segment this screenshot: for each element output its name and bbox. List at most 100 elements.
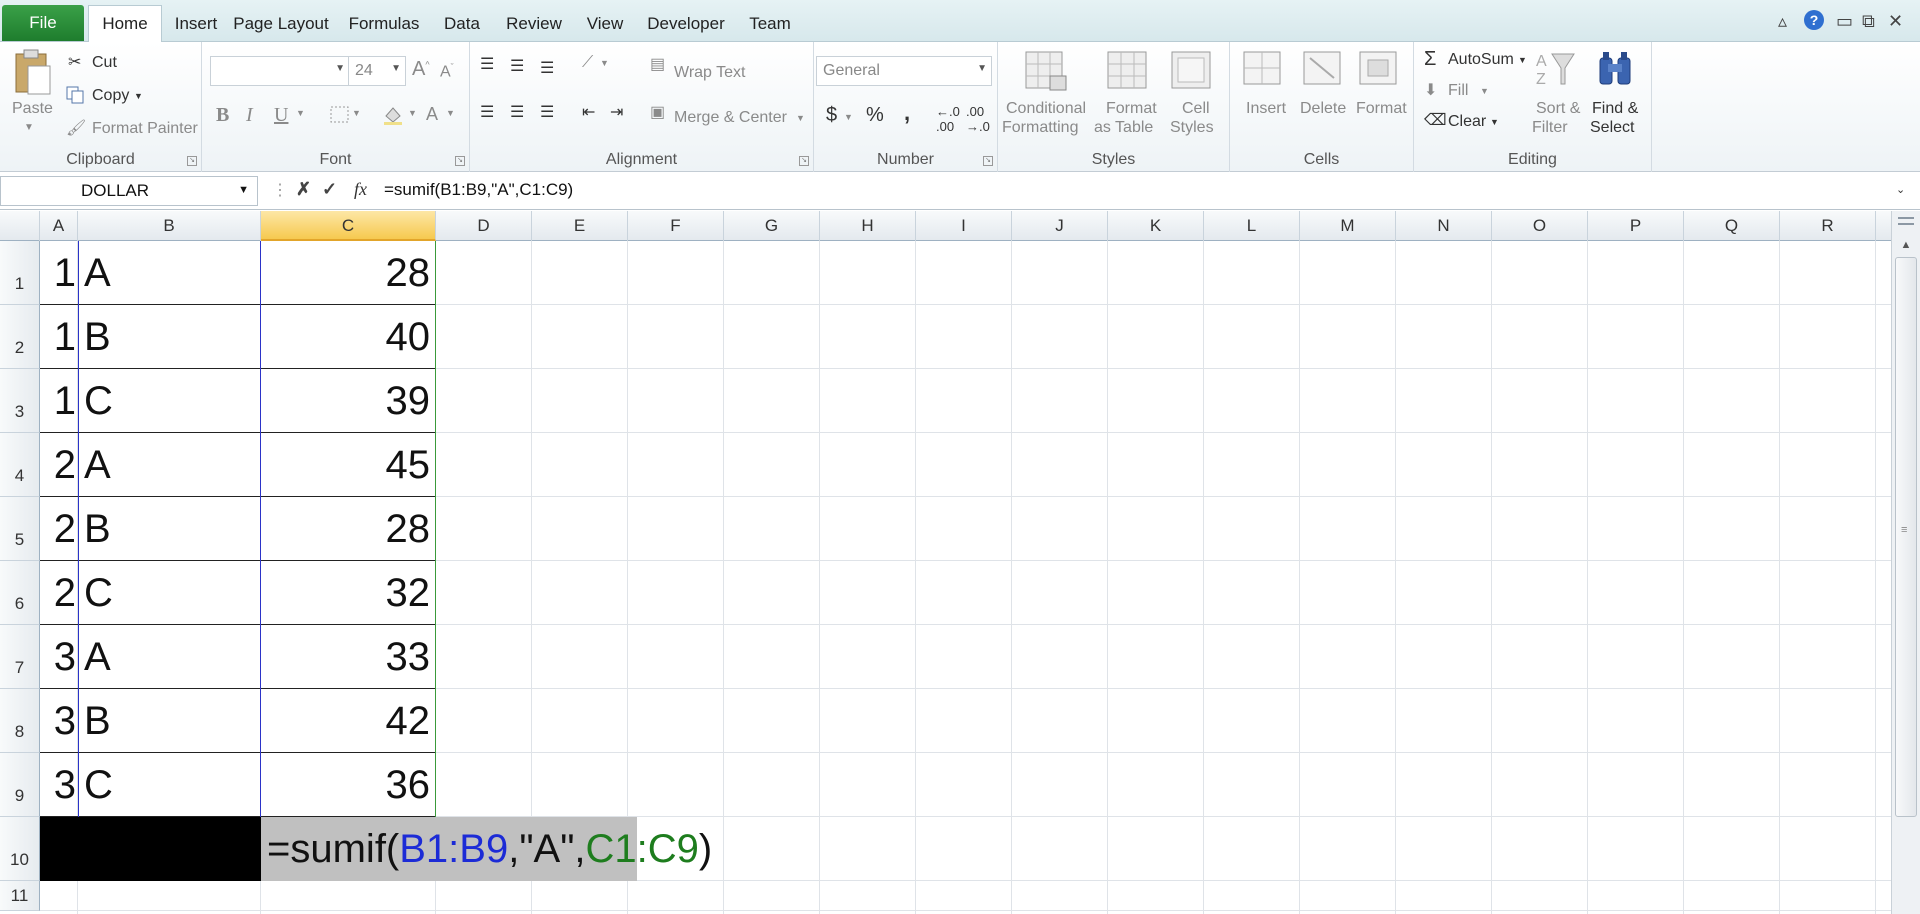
align-left-icon[interactable]: ☰ xyxy=(480,102,494,122)
column-header-a[interactable]: A xyxy=(40,211,78,241)
autosum-button[interactable]: AutoSum xyxy=(1448,51,1514,69)
cell-a6[interactable]: 2 xyxy=(40,561,78,625)
copy-button[interactable]: Copy xyxy=(92,87,129,105)
column-header-g[interactable]: G xyxy=(724,211,820,241)
align-center-icon[interactable]: ☰ xyxy=(510,102,524,122)
name-box[interactable]: DOLLAR ▼ xyxy=(0,176,258,206)
cell-b9[interactable]: C xyxy=(78,753,261,817)
window-close-icon[interactable]: ✕ xyxy=(1888,11,1903,32)
delete-cells-button[interactable]: Delete xyxy=(1300,100,1346,118)
format-painter-button[interactable]: Format Painter xyxy=(92,120,198,138)
number-format-combo[interactable]: General ▼ xyxy=(816,56,992,86)
column-header-l[interactable]: L xyxy=(1204,211,1300,241)
cell-a7[interactable]: 3 xyxy=(40,625,78,689)
column-header-i[interactable]: I xyxy=(916,211,1012,241)
cell-c5[interactable]: 28 xyxy=(261,497,436,561)
cell-b4[interactable]: A xyxy=(78,433,261,497)
font-size-combo[interactable]: 24 ▼ xyxy=(348,56,406,86)
autosum-dropdown-icon[interactable]: ▼ xyxy=(1518,55,1527,65)
column-header-o[interactable]: O xyxy=(1492,211,1588,241)
window-minimize-icon[interactable]: ▭ xyxy=(1836,11,1853,32)
scroll-thumb[interactable] xyxy=(1895,257,1917,817)
cell-b7[interactable]: A xyxy=(78,625,261,689)
row-header-8[interactable]: 8 xyxy=(0,689,40,753)
column-header-b[interactable]: B xyxy=(78,211,261,241)
row-header-7[interactable]: 7 xyxy=(0,625,40,689)
row-header-3[interactable]: 3 xyxy=(0,369,40,433)
clipboard-launcher-icon[interactable]: ↘ xyxy=(187,156,197,166)
row-header-9[interactable]: 9 xyxy=(0,753,40,817)
cut-button[interactable]: Cut xyxy=(92,54,117,72)
insert-cells-button[interactable]: Insert xyxy=(1246,100,1286,118)
cell-c9[interactable]: 36 xyxy=(261,753,436,817)
increase-indent-icon[interactable]: ⇥ xyxy=(610,102,623,122)
cell-c8[interactable]: 42 xyxy=(261,689,436,753)
tab-formulas[interactable]: Formulas xyxy=(346,5,422,42)
cell-styles-button[interactable]: Cell xyxy=(1182,100,1210,118)
cell-a4[interactable]: 2 xyxy=(40,433,78,497)
align-bottom-icon[interactable]: ☰ xyxy=(540,58,554,78)
format-as-table-button[interactable]: Format xyxy=(1106,100,1157,118)
cell-c4[interactable]: 45 xyxy=(261,433,436,497)
font-color-dropdown-icon[interactable]: ▼ xyxy=(446,108,455,118)
tab-developer[interactable]: Developer xyxy=(644,5,728,42)
cancel-formula-icon[interactable]: ✗ xyxy=(296,179,311,200)
orientation-dropdown-icon[interactable]: ▼ xyxy=(600,58,609,68)
shrink-font-icon[interactable]: Aˇ xyxy=(440,62,454,81)
currency-dropdown-icon[interactable]: ▼ xyxy=(844,112,853,122)
grow-font-icon[interactable]: A^ xyxy=(412,58,430,81)
percent-button[interactable]: % xyxy=(866,104,884,127)
row-header-6[interactable]: 6 xyxy=(0,561,40,625)
help-icon[interactable]: ? xyxy=(1803,9,1825,36)
cell-b5[interactable]: B xyxy=(78,497,261,561)
clear-button[interactable]: Clear xyxy=(1448,113,1486,131)
column-header-h[interactable]: H xyxy=(820,211,916,241)
tab-review[interactable]: Review xyxy=(502,5,566,42)
tab-view[interactable]: View xyxy=(582,5,628,42)
enter-formula-icon[interactable]: ✓ xyxy=(322,179,337,200)
find-select-button[interactable]: Find & xyxy=(1592,100,1638,118)
row-header-2[interactable]: 2 xyxy=(0,305,40,369)
cell-c3[interactable]: 39 xyxy=(261,369,436,433)
row-header-1[interactable]: 1 xyxy=(0,241,40,305)
cell-b3[interactable]: C xyxy=(78,369,261,433)
cell-a10-b10-filled[interactable] xyxy=(40,817,261,881)
cell-c6[interactable]: 32 xyxy=(261,561,436,625)
cell-b1[interactable]: A xyxy=(78,241,261,305)
paste-dropdown-icon[interactable]: ▼ xyxy=(24,122,34,133)
borders-dropdown-icon[interactable]: ▼ xyxy=(352,108,361,118)
paste-button[interactable]: Paste xyxy=(12,100,53,118)
cell-a1[interactable]: 1 xyxy=(40,241,78,305)
vertical-scrollbar[interactable]: ▲ ≡ xyxy=(1891,211,1920,914)
column-header-j[interactable]: J xyxy=(1012,211,1108,241)
bold-button[interactable]: B xyxy=(216,104,229,127)
tab-insert[interactable]: Insert xyxy=(166,5,226,42)
tab-home[interactable]: Home xyxy=(88,5,162,42)
split-handle-icon[interactable] xyxy=(1898,217,1914,225)
comma-button[interactable]: , xyxy=(904,100,910,126)
clear-dropdown-icon[interactable]: ▼ xyxy=(1490,117,1499,127)
column-header-c[interactable]: C xyxy=(261,211,436,241)
row-header-5[interactable]: 5 xyxy=(0,497,40,561)
row-header-11[interactable]: 11 xyxy=(0,881,40,911)
underline-button[interactable]: U xyxy=(274,104,288,127)
decrease-decimal-icon[interactable]: .00 →.0 xyxy=(966,104,990,134)
cell-area[interactable]: 1 A 28 1 B 40 1 C 39 2 A 45 2 B 28 2 C 32 3 A 33 3 B 42 3 C 36 =sum… xyxy=(40,241,1891,914)
increase-decimal-icon[interactable]: ←.0.00 xyxy=(936,104,960,134)
sort-filter-button[interactable]: Sort & xyxy=(1536,100,1580,118)
name-box-dropdown-icon[interactable]: ▼ xyxy=(238,184,249,196)
tab-team[interactable]: Team xyxy=(744,5,796,42)
cell-c2[interactable]: 40 xyxy=(261,305,436,369)
decrease-indent-icon[interactable]: ⇤ xyxy=(582,102,595,122)
column-header-m[interactable]: M xyxy=(1300,211,1396,241)
fill-color-icon[interactable] xyxy=(382,104,404,131)
cell-a2[interactable]: 1 xyxy=(40,305,78,369)
align-middle-icon[interactable]: ☰ xyxy=(510,56,524,76)
cell-a3[interactable]: 1 xyxy=(40,369,78,433)
orientation-icon[interactable]: ⟋ xyxy=(582,54,593,72)
cell-c1[interactable]: 28 xyxy=(261,241,436,305)
tab-page-layout[interactable]: Page Layout xyxy=(232,5,330,42)
column-header-e[interactable]: E xyxy=(532,211,628,241)
fill-button[interactable]: Fill xyxy=(1448,82,1468,100)
copy-dropdown-icon[interactable]: ▼ xyxy=(134,91,143,101)
